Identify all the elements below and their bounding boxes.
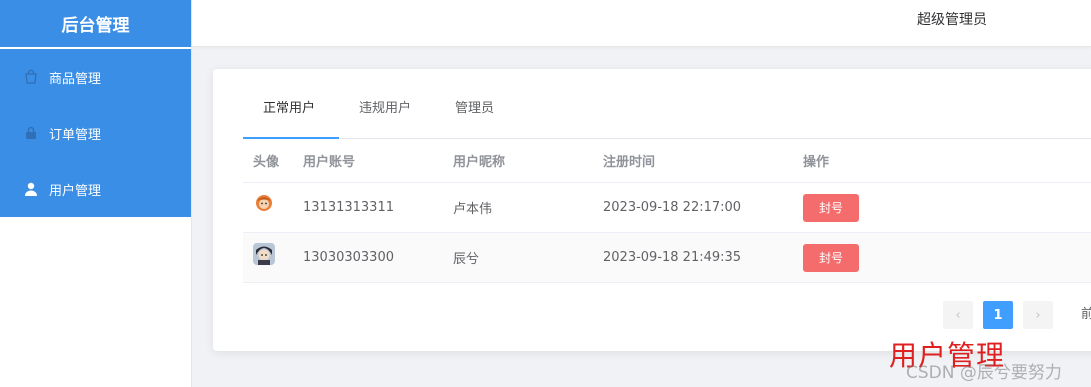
table-row: 13030303300 辰兮 2023-09-18 21:49:35 封号 bbox=[243, 233, 1091, 283]
nickname-cell: 辰兮 bbox=[453, 252, 480, 267]
content-card: 正常用户 违规用户 管理员 头像 用户账号 用户昵称 注册时间 操作 13131… bbox=[213, 69, 1091, 351]
pagination: ‹ 1 › 前 bbox=[213, 301, 1091, 329]
avatar-dark-icon bbox=[253, 242, 275, 265]
tab-admins[interactable]: 管理员 bbox=[455, 89, 494, 139]
nickname-cell: 卢本伟 bbox=[453, 202, 493, 217]
ban-button[interactable]: 封号 bbox=[803, 193, 859, 222]
pagination-jump-label: 前 bbox=[1081, 307, 1091, 322]
column-header-registered: 注册时间 bbox=[603, 155, 656, 170]
table-header: 头像 用户账号 用户昵称 注册时间 操作 bbox=[243, 139, 1091, 183]
user-table: 头像 用户账号 用户昵称 注册时间 操作 13131313311 卢本伟 202… bbox=[243, 139, 1091, 283]
sidebar-item-label: 商品管理 bbox=[49, 71, 102, 87]
tab-banned-users[interactable]: 违规用户 bbox=[359, 89, 411, 139]
watermark-csdn: CSDN @辰兮要努力 bbox=[906, 363, 1062, 383]
current-user[interactable]: 超级管理员 bbox=[917, 0, 987, 47]
registered-cell: 2023-09-18 21:49:35 bbox=[603, 250, 742, 265]
sidebar-item-products[interactable]: 商品管理 bbox=[0, 49, 191, 105]
avatar-orange-icon bbox=[253, 192, 275, 215]
column-header-avatar: 头像 bbox=[253, 155, 280, 170]
account-cell: 13030303300 bbox=[303, 250, 394, 265]
tab-normal-users[interactable]: 正常用户 bbox=[263, 89, 315, 139]
sidebar-item-label: 订单管理 bbox=[49, 127, 102, 143]
top-header: 超级管理员 bbox=[192, 0, 1091, 47]
ban-button[interactable]: 封号 bbox=[803, 243, 859, 272]
column-header-action: 操作 bbox=[803, 155, 830, 170]
user-icon bbox=[22, 180, 40, 198]
user-tabs: 正常用户 违规用户 管理员 bbox=[243, 89, 1091, 139]
next-page-button[interactable]: › bbox=[1023, 301, 1053, 329]
lock-bag-icon bbox=[22, 124, 40, 142]
app-title: 后台管理 bbox=[0, 0, 191, 47]
sidebar-menu: 商品管理 订单管理 用户管理 bbox=[0, 49, 191, 217]
sidebar-item-label: 用户管理 bbox=[49, 183, 102, 199]
page-1-button[interactable]: 1 bbox=[983, 301, 1013, 329]
account-cell: 13131313311 bbox=[303, 200, 394, 215]
prev-page-button[interactable]: ‹ bbox=[943, 301, 973, 329]
sidebar-item-orders[interactable]: 订单管理 bbox=[0, 105, 191, 161]
sidebar-item-users[interactable]: 用户管理 bbox=[0, 161, 191, 217]
shopping-bag-icon bbox=[22, 68, 40, 86]
column-header-account: 用户账号 bbox=[303, 155, 356, 170]
registered-cell: 2023-09-18 22:17:00 bbox=[603, 200, 742, 215]
table-row: 13131313311 卢本伟 2023-09-18 22:17:00 封号 bbox=[243, 183, 1091, 233]
sidebar: 后台管理 商品管理 订单管理 用户管理 bbox=[0, 0, 192, 387]
column-header-nickname: 用户昵称 bbox=[453, 155, 506, 170]
